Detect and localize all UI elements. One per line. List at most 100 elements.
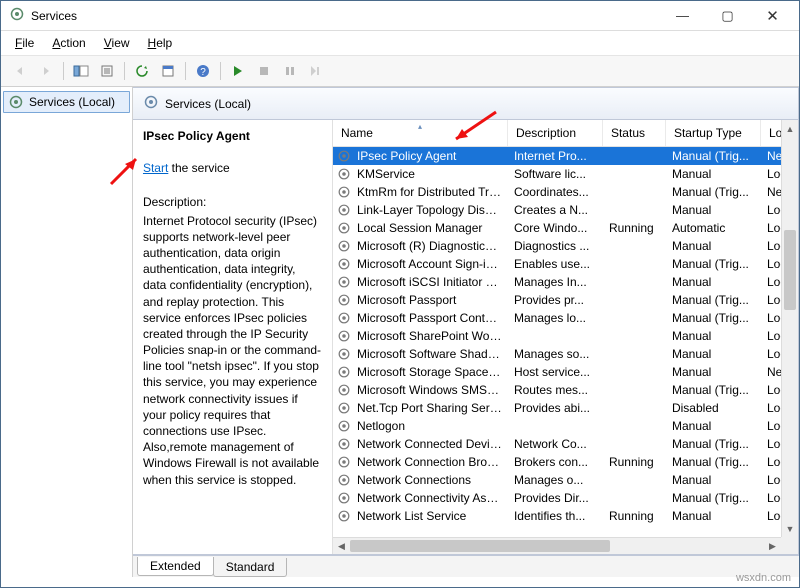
cell-name: Network Connected Device... (351, 437, 508, 451)
cell-name: Network Connections (351, 473, 508, 487)
minimize-button[interactable]: — (660, 2, 705, 30)
service-row[interactable]: Network ConnectionsManages o...ManualLoc (333, 471, 798, 489)
service-row[interactable]: Microsoft PassportProvides pr...Manual (… (333, 291, 798, 309)
cell-startup: Manual (Trig... (666, 455, 761, 469)
service-row[interactable]: Microsoft Passport ContainerManages lo..… (333, 309, 798, 327)
restart-service-button[interactable] (304, 60, 328, 82)
service-row[interactable]: Link-Layer Topology Discov...Creates a N… (333, 201, 798, 219)
console-tree[interactable]: Services (Local) (1, 87, 133, 577)
cell-name: Local Session Manager (351, 221, 508, 235)
service-row[interactable]: Network Connection BrokerBrokers con...R… (333, 453, 798, 471)
service-row[interactable]: Net.Tcp Port Sharing ServiceProvides abi… (333, 399, 798, 417)
cell-name: Network Connectivity Assis... (351, 491, 508, 505)
cell-description: Brokers con... (508, 455, 603, 469)
cell-startup: Manual (Trig... (666, 437, 761, 451)
scroll-up-icon[interactable]: ▲ (782, 120, 798, 137)
col-status[interactable]: Status (603, 120, 666, 146)
gear-icon (337, 473, 351, 487)
cell-description: Provides Dir... (508, 491, 603, 505)
gear-icon (337, 257, 351, 271)
gear-icon (337, 149, 351, 163)
show-hide-tree-button[interactable] (69, 60, 93, 82)
service-row[interactable]: Network Connected Device...Network Co...… (333, 435, 798, 453)
window-title: Services (31, 9, 660, 23)
menu-file[interactable]: File (7, 33, 42, 53)
stop-service-button[interactable] (252, 60, 276, 82)
menu-help[interactable]: Help (140, 33, 181, 53)
cell-name: Netlogon (351, 419, 508, 433)
service-row[interactable]: Network Connectivity Assis...Provides Di… (333, 489, 798, 507)
cell-name: Microsoft (R) Diagnostics H... (351, 239, 508, 253)
scroll-thumb[interactable] (350, 540, 610, 552)
menu-view[interactable]: View (96, 33, 138, 53)
service-row[interactable]: Microsoft (R) Diagnostics H...Diagnostic… (333, 237, 798, 255)
services-app-icon (9, 6, 25, 25)
cell-status: Running (603, 221, 666, 235)
scroll-right-icon[interactable]: ▶ (764, 538, 781, 554)
service-row[interactable]: Local Session ManagerCore Windo...Runnin… (333, 219, 798, 237)
service-row[interactable]: KtmRm for Distributed Tran...Coordinates… (333, 183, 798, 201)
menu-action[interactable]: Action (44, 33, 93, 53)
col-startup[interactable]: Startup Type (666, 120, 761, 146)
cell-description: Network Co... (508, 437, 603, 451)
scroll-left-icon[interactable]: ◀ (333, 538, 350, 554)
cell-name: Network Connection Broker (351, 455, 508, 469)
tab-standard[interactable]: Standard (213, 558, 288, 577)
gear-icon (337, 437, 351, 451)
start-link[interactable]: Start (143, 161, 168, 175)
service-row[interactable]: Network List ServiceIdentifies th...Runn… (333, 507, 798, 525)
service-row[interactable]: Microsoft Storage Spaces S...Host servic… (333, 363, 798, 381)
service-row[interactable]: Microsoft SharePoint Works...ManualLoc (333, 327, 798, 345)
service-row[interactable]: Microsoft Windows SMS Ro...Routes mes...… (333, 381, 798, 399)
service-row[interactable]: Microsoft iSCSI Initiator Ser...Manages … (333, 273, 798, 291)
cell-name: Microsoft Software Shadow... (351, 347, 508, 361)
export-list-button[interactable] (95, 60, 119, 82)
view-tabs: Extended Standard (133, 555, 799, 577)
help-button[interactable]: ? (191, 60, 215, 82)
cell-name: Microsoft iSCSI Initiator Ser... (351, 275, 508, 289)
cell-description: Manages lo... (508, 311, 603, 325)
cell-name: Link-Layer Topology Discov... (351, 203, 508, 217)
vertical-scrollbar[interactable]: ▲ ▼ (781, 120, 798, 537)
back-button[interactable] (8, 60, 32, 82)
cell-description: Creates a N... (508, 203, 603, 217)
cell-description: Coordinates... (508, 185, 603, 199)
col-name[interactable]: ▴ Name (333, 120, 508, 146)
gear-icon (143, 94, 159, 113)
service-row[interactable]: KMServiceSoftware lic...ManualLoc (333, 165, 798, 183)
tree-node-services-local[interactable]: Services (Local) (3, 91, 130, 113)
gear-icon (337, 185, 351, 199)
cell-description: Host service... (508, 365, 603, 379)
col-description[interactable]: Description (508, 120, 603, 146)
forward-button[interactable] (34, 60, 58, 82)
service-row[interactable]: Microsoft Software Shadow...Manages so..… (333, 345, 798, 363)
horizontal-scrollbar[interactable]: ◀ ▶ (333, 537, 781, 554)
gear-icon (337, 203, 351, 217)
cell-startup: Manual (666, 203, 761, 217)
gear-icon (8, 94, 24, 110)
service-row[interactable]: Microsoft Account Sign-in ...Enables use… (333, 255, 798, 273)
cell-startup: Manual (Trig... (666, 383, 761, 397)
start-service-button[interactable] (226, 60, 250, 82)
refresh-button[interactable] (130, 60, 154, 82)
service-list: ▴ Name Description Status Startup Type L… (333, 120, 798, 554)
cell-name: Microsoft SharePoint Works... (351, 329, 508, 343)
gear-icon (337, 221, 351, 235)
pause-service-button[interactable] (278, 60, 302, 82)
service-row[interactable]: IPsec Policy AgentInternet Pro...Manual … (333, 147, 798, 165)
maximize-button[interactable]: ▢ (705, 2, 750, 30)
gear-icon (337, 383, 351, 397)
close-button[interactable]: ✕ (750, 2, 795, 30)
sort-asc-icon: ▴ (418, 122, 422, 131)
scroll-down-icon[interactable]: ▼ (782, 520, 798, 537)
service-row[interactable]: NetlogonManualLoc (333, 417, 798, 435)
cell-startup: Manual (Trig... (666, 185, 761, 199)
tab-extended[interactable]: Extended (137, 557, 214, 576)
scroll-thumb[interactable] (784, 230, 796, 310)
cell-name: Net.Tcp Port Sharing Service (351, 401, 508, 415)
detail-panel: IPsec Policy Agent Start the service Des… (133, 120, 333, 554)
cell-status: Running (603, 509, 666, 523)
column-headers[interactable]: ▴ Name Description Status Startup Type L… (333, 120, 798, 147)
properties-button[interactable] (156, 60, 180, 82)
gear-icon (337, 419, 351, 433)
